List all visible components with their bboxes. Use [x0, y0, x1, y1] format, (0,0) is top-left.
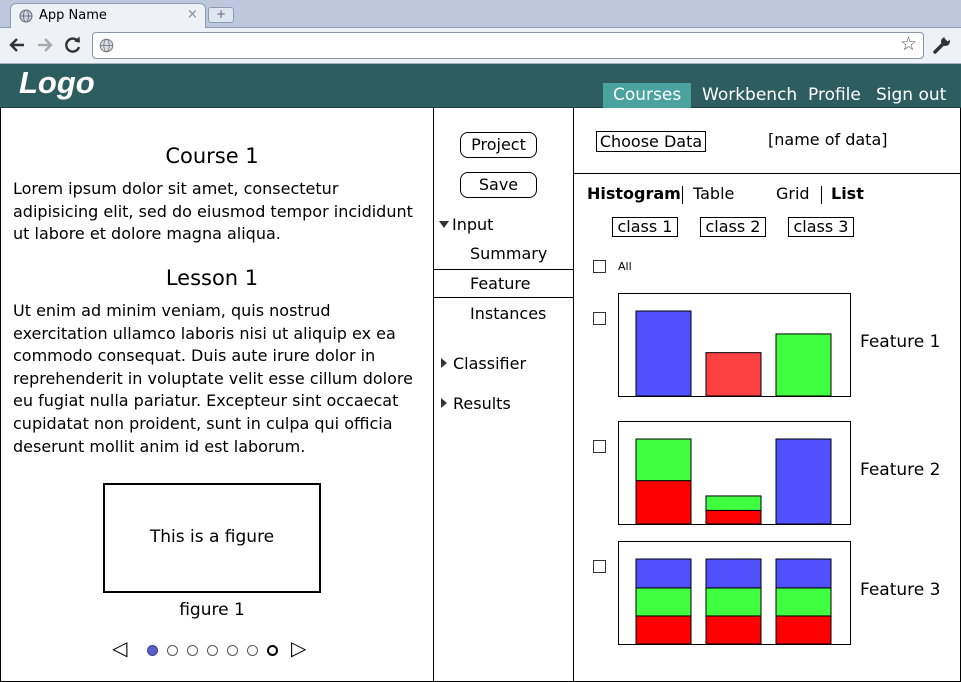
app-header: Logo Courses Workbench Profile Sign out [0, 64, 961, 108]
nav-workbench[interactable]: Workbench [692, 83, 807, 108]
tree-item-input[interactable]: Input [439, 215, 493, 234]
tree-item-instances[interactable]: Instances [470, 304, 546, 323]
histogram-bar [635, 310, 692, 396]
select-all-label: All [618, 260, 632, 273]
tree-item-classifier[interactable]: Classifier [441, 354, 526, 373]
divider [574, 173, 961, 174]
address-bar[interactable]: ☆ [92, 32, 924, 59]
pager-dot[interactable] [227, 645, 238, 656]
feature-1-label: Feature 1 [860, 332, 941, 352]
tree-item-results[interactable]: Results [441, 394, 511, 413]
tree-item-summary[interactable]: Summary [470, 244, 547, 263]
nav-courses[interactable]: Courses [603, 83, 692, 108]
class-2-button[interactable]: class 2 [700, 217, 766, 237]
close-icon[interactable]: × [187, 7, 198, 22]
tree-item-feature[interactable]: Feature [434, 269, 573, 298]
forward-arrow-icon[interactable] [34, 34, 56, 56]
tab-separator [821, 186, 822, 204]
histogram-bar [775, 615, 832, 644]
reload-icon[interactable] [62, 34, 84, 56]
expanded-triangle-icon [439, 221, 449, 228]
pager-dot[interactable] [167, 645, 178, 656]
back-arrow-icon[interactable] [6, 34, 28, 56]
course-title: Course 1 [165, 144, 259, 168]
wrench-icon[interactable] [931, 34, 953, 56]
pager-dot[interactable] [187, 645, 198, 656]
tab-separator [682, 186, 683, 204]
feature-2-label: Feature 2 [860, 460, 941, 480]
histogram-bar [635, 587, 692, 617]
next-arrow-icon[interactable]: ▷ [291, 636, 306, 660]
nav-profile[interactable]: Profile [798, 83, 871, 108]
histogram-bar [705, 615, 762, 644]
lesson-title: Lesson 1 [165, 266, 259, 290]
figure-caption: figure 1 [179, 600, 245, 620]
lesson-panel: Course 1 Lorem ipsum dolor sit amet, con… [0, 108, 434, 682]
tree-item-label: Input [452, 215, 494, 234]
globe-icon [19, 9, 33, 23]
tab-table[interactable]: Table [693, 184, 734, 203]
histogram-bar [705, 558, 762, 589]
tab-grid[interactable]: Grid [776, 184, 810, 203]
class-3-button[interactable]: class 3 [788, 217, 854, 237]
collapsed-triangle-icon [441, 358, 447, 368]
histogram-bar [635, 558, 692, 589]
browser-toolbar: ☆ [0, 28, 961, 64]
pager-dot[interactable] [247, 645, 258, 656]
histogram-bar [775, 587, 832, 617]
histogram-svg [635, 310, 832, 396]
data-name-label: [name of data] [768, 130, 888, 149]
histogram-bar [635, 615, 692, 644]
lesson-text: Ut enim ad minim veniam, quis nostrud ex… [13, 301, 413, 456]
feature-1-histogram [618, 293, 851, 397]
figure: This is a figure [103, 483, 321, 593]
histogram-bar [775, 333, 832, 396]
pager-dot[interactable] [267, 645, 278, 656]
workbench-nav: Project Save Input Summary Feature Insta… [434, 108, 574, 682]
histogram-svg [635, 558, 832, 644]
data-view-panel: Choose Data [name of data] Histogram Tab… [574, 108, 961, 682]
browser-tab[interactable]: App Name × [10, 3, 206, 29]
browser-tab-strip: App Name × + [0, 0, 961, 29]
feature-1-checkbox[interactable] [593, 312, 606, 325]
histogram-bar [635, 480, 692, 524]
feature-3-checkbox[interactable] [593, 560, 606, 573]
histogram-bar [705, 495, 762, 511]
tab-title: App Name [39, 8, 107, 23]
feature-2-histogram [618, 421, 851, 525]
choose-data-button[interactable]: Choose Data [596, 131, 706, 152]
course-description: Lorem ipsum dolor sit amet, consectetur … [13, 179, 413, 244]
app-window: App Name × + ☆ Logo Courses Workbench Pr… [0, 0, 961, 682]
tab-histogram[interactable]: Histogram [587, 184, 681, 203]
histogram-bar [705, 587, 762, 617]
histogram-bar [705, 509, 762, 524]
logo: Logo [19, 65, 95, 100]
histogram-bar [775, 558, 832, 589]
histogram-bar [635, 438, 692, 482]
save-button[interactable]: Save [460, 172, 537, 198]
tree-item-label: Results [453, 394, 511, 413]
histogram-bar [775, 438, 832, 524]
tree-item-label: Classifier [453, 354, 527, 373]
histogram-svg [635, 438, 832, 524]
figure-placeholder-text: This is a figure [149, 527, 275, 547]
previous-arrow-icon[interactable]: ◁ [112, 636, 127, 660]
select-all-checkbox[interactable] [593, 260, 606, 273]
bookmark-star-icon[interactable]: ☆ [900, 33, 917, 55]
tab-list[interactable]: List [831, 184, 864, 203]
feature-3-histogram [618, 541, 851, 645]
globe-icon [99, 38, 114, 53]
feature-2-checkbox[interactable] [593, 440, 606, 453]
nav-sign-out[interactable]: Sign out [866, 83, 956, 108]
histogram-bar [705, 352, 762, 396]
new-tab-button[interactable]: + [208, 7, 234, 23]
pager-dot[interactable] [207, 645, 218, 656]
pager-dot[interactable] [147, 645, 158, 656]
class-1-button[interactable]: class 1 [612, 217, 678, 237]
project-button[interactable]: Project [460, 132, 537, 158]
collapsed-triangle-icon [441, 398, 447, 408]
feature-3-label: Feature 3 [860, 580, 941, 600]
